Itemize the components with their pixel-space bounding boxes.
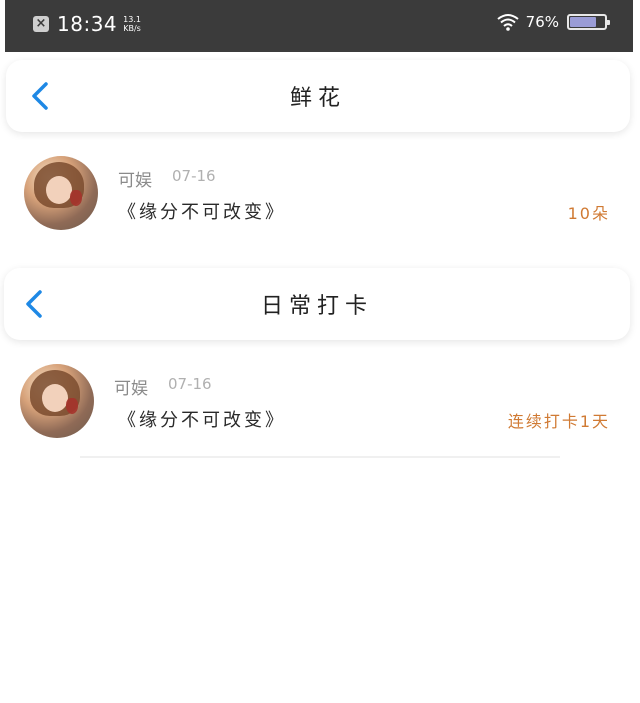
section-title: 鲜花 <box>289 86 346 111</box>
post-date: 07-16 <box>172 167 216 185</box>
section-title: 日常打卡 <box>260 294 373 319</box>
username: 可娱 <box>118 171 152 191</box>
status-time: 18:34 <box>57 12 118 36</box>
avatar[interactable] <box>20 364 94 438</box>
section-header-daily-checkin: 日常打卡 <box>4 268 630 340</box>
checkin-streak: 连续打卡1天 <box>507 412 610 431</box>
status-left: × 18:34 13.1 KB/s <box>33 12 141 36</box>
flower-count: 10朵 <box>567 204 610 223</box>
avatar[interactable] <box>24 156 98 230</box>
battery-icon <box>567 14 610 30</box>
message-text: 《缘分不可改变》 <box>118 202 286 223</box>
message-text: 《缘分不可改变》 <box>118 410 286 431</box>
divider <box>80 456 560 458</box>
wifi-icon <box>497 14 519 31</box>
battery-tip <box>607 20 610 25</box>
username: 可娱 <box>114 379 148 399</box>
status-bar: × 18:34 13.1 KB/s 76% <box>5 0 633 52</box>
section-header-flowers: 鲜花 <box>6 60 630 132</box>
status-right: 76% <box>496 13 610 31</box>
battery-fill <box>570 17 596 27</box>
network-speed-value: 13.1 <box>123 15 141 24</box>
list-item[interactable]: 可娱 07-16 《缘分不可改变》 10朵 <box>0 140 640 240</box>
network-speed-unit: KB/s <box>123 24 141 33</box>
notification-close-icon: × <box>33 16 49 32</box>
battery-percent: 76% <box>525 13 559 31</box>
post-date: 07-16 <box>168 375 212 393</box>
network-speed: 13.1 KB/s <box>123 15 141 33</box>
list-item[interactable]: 可娱 07-16 《缘分不可改变》 连续打卡1天 <box>0 348 640 448</box>
